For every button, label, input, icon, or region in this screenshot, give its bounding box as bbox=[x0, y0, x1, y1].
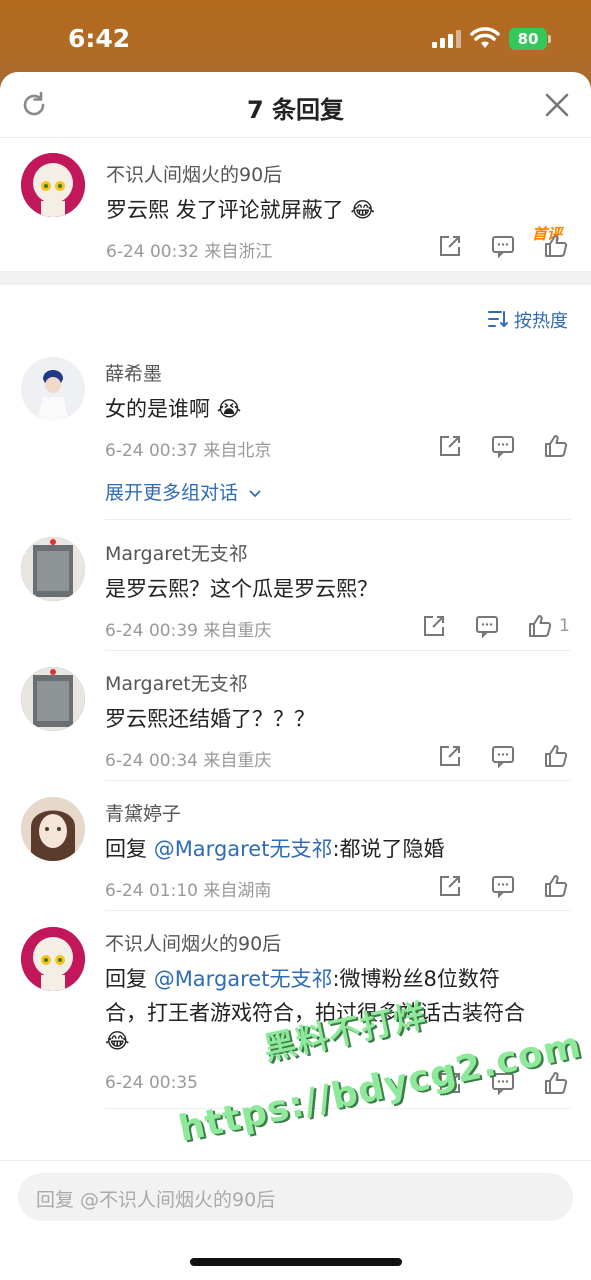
reply-meta: 6-24 00:37 来自北京 bbox=[105, 441, 272, 461]
divider bbox=[105, 650, 571, 651]
replies-sheet: 7 条回复 不识人间烟火的90后 首评 罗云熙 发了评论就屏蔽了 😂 6-24 … bbox=[0, 72, 591, 1280]
divider bbox=[105, 780, 571, 781]
avatar-illustration bbox=[21, 797, 85, 861]
avatar[interactable] bbox=[21, 667, 85, 731]
comment-author[interactable]: 不识人间烟火的90后 bbox=[106, 160, 282, 187]
like-icon[interactable] bbox=[543, 433, 569, 459]
comment-icon[interactable] bbox=[490, 743, 516, 769]
reply-meta: 6-24 01:10 来自湖南 bbox=[105, 881, 272, 901]
section-divider bbox=[0, 271, 591, 285]
reply-text-body: :微博粉丝8位数符 bbox=[332, 967, 500, 991]
avatar-illustration bbox=[21, 537, 85, 601]
avatar[interactable] bbox=[21, 797, 85, 861]
reply-author[interactable]: Margaret无支祁 bbox=[105, 539, 248, 566]
reply-placeholder: 回复 @不识人间烟火的90后 bbox=[36, 1189, 276, 1211]
reply-text: 女的是谁啊 😭 bbox=[105, 393, 241, 423]
comment-icon[interactable] bbox=[490, 233, 516, 259]
reply-author[interactable]: 青黛婷子 bbox=[105, 799, 181, 826]
avatar[interactable] bbox=[21, 927, 85, 991]
share-icon[interactable] bbox=[437, 743, 463, 769]
divider bbox=[105, 910, 571, 911]
expand-conversation-link[interactable]: 展开更多组对话 bbox=[105, 478, 262, 505]
cellular-signal-icon bbox=[432, 30, 461, 48]
share-icon[interactable] bbox=[437, 233, 463, 259]
status-time: 6:42 bbox=[68, 24, 131, 53]
reply-text: 回复 @Margaret无支祁:都说了隐婚 bbox=[105, 833, 445, 863]
reply-author[interactable]: Margaret无支祁 bbox=[105, 669, 248, 696]
laughing-emoji: 😂 bbox=[105, 1029, 130, 1053]
main-comment: 不识人间烟火的90后 首评 罗云熙 发了评论就屏蔽了 😂 6-24 00:32 … bbox=[0, 138, 591, 270]
like-icon[interactable] bbox=[543, 743, 569, 769]
mention-link[interactable]: @Margaret无支祁 bbox=[154, 837, 333, 861]
sort-icon bbox=[488, 311, 508, 328]
reply-item: 薛希墨 女的是谁啊 😭 6-24 00:37 来自北京 展开更多组对话 bbox=[0, 352, 591, 520]
battery-indicator: 80 bbox=[509, 28, 547, 50]
expand-label: 展开更多组对话 bbox=[105, 482, 239, 504]
reply-author[interactable]: 不识人间烟火的90后 bbox=[105, 929, 281, 956]
reply-text-body: :都说了隐婚 bbox=[332, 837, 445, 861]
divider bbox=[105, 519, 571, 520]
comment-meta: 6-24 00:32 来自浙江 bbox=[106, 242, 273, 262]
sheet-header: 7 条回复 bbox=[0, 72, 591, 138]
avatar[interactable] bbox=[21, 153, 85, 217]
like-icon[interactable] bbox=[543, 233, 569, 259]
sort-row[interactable]: 按热度 bbox=[0, 304, 591, 334]
comment-text-body: 罗云熙 发了评论就屏蔽了 bbox=[106, 198, 344, 222]
mention-link[interactable]: @Margaret无支祁 bbox=[154, 967, 333, 991]
comment-icon[interactable] bbox=[490, 873, 516, 899]
share-icon[interactable] bbox=[421, 613, 447, 639]
like-icon[interactable] bbox=[543, 1070, 569, 1096]
comment-text: 罗云熙 发了评论就屏蔽了 😂 bbox=[106, 194, 375, 224]
status-bar: 6:42 80 bbox=[0, 0, 591, 72]
reply-author[interactable]: 薛希墨 bbox=[105, 359, 162, 386]
avatar[interactable] bbox=[21, 537, 85, 601]
comment-icon[interactable] bbox=[490, 433, 516, 459]
reply-text: 是罗云熙？这个瓜是罗云熙？ bbox=[105, 577, 378, 601]
avatar-illustration bbox=[21, 927, 85, 991]
battery-cap bbox=[548, 35, 551, 43]
reply-bar-divider bbox=[0, 1160, 591, 1161]
close-icon[interactable] bbox=[543, 91, 571, 119]
reply-text-body: 女的是谁啊 bbox=[105, 397, 210, 421]
like-count: 1 bbox=[559, 616, 570, 636]
sort-by-hot-button[interactable]: 按热度 bbox=[514, 307, 568, 333]
comment-icon[interactable] bbox=[474, 613, 500, 639]
laughing-emoji: 😂 bbox=[350, 198, 375, 222]
avatar-illustration bbox=[21, 667, 85, 731]
reply-meta: 6-24 00:39 来自重庆 bbox=[105, 621, 272, 641]
reply-text-line1: 回复 @Margaret无支祁:微博粉丝8位数符 bbox=[105, 963, 500, 993]
reply-prefix: 回复 bbox=[105, 837, 154, 861]
reply-prefix: 回复 bbox=[105, 967, 154, 991]
reply-item: Margaret无支祁 罗云熙还结婚了？？？ 6-24 00:34 来自重庆 bbox=[0, 662, 591, 780]
like-icon[interactable] bbox=[543, 873, 569, 899]
reply-input[interactable]: 回复 @不识人间烟火的90后 bbox=[18, 1173, 573, 1221]
reply-item: Margaret无支祁 是罗云熙？这个瓜是罗云熙？ 6-24 00:39 来自重… bbox=[0, 532, 591, 650]
wifi-icon bbox=[470, 27, 500, 48]
reply-item: 青黛婷子 回复 @Margaret无支祁:都说了隐婚 6-24 01:10 来自… bbox=[0, 792, 591, 910]
reply-meta: 6-24 00:34 来自重庆 bbox=[105, 751, 272, 771]
reply-text: 罗云熙还结婚了？？？ bbox=[105, 707, 315, 731]
share-icon[interactable] bbox=[437, 433, 463, 459]
home-indicator[interactable] bbox=[190, 1258, 402, 1266]
avatar-illustration bbox=[21, 153, 85, 217]
reply-meta: 6-24 00:35 bbox=[105, 1073, 198, 1093]
avatar-illustration bbox=[21, 357, 85, 421]
like-icon[interactable] bbox=[527, 613, 553, 639]
share-icon[interactable] bbox=[437, 873, 463, 899]
sheet-title: 7 条回复 bbox=[246, 96, 345, 124]
avatar[interactable] bbox=[21, 357, 85, 421]
chevron-down-icon bbox=[249, 489, 261, 497]
crying-emoji: 😭 bbox=[216, 397, 242, 421]
